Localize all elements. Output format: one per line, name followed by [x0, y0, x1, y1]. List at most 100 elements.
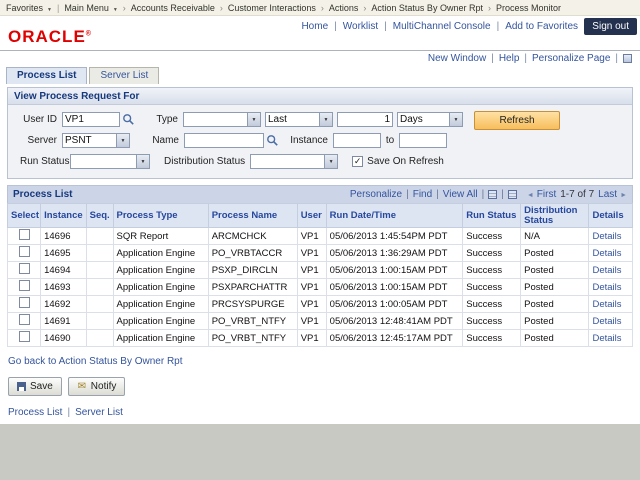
page-action-link[interactable]: New Window — [428, 53, 499, 64]
download-grid-icon[interactable] — [508, 190, 517, 199]
column-header[interactable]: Process Type — [113, 204, 208, 228]
go-back-link[interactable]: Go back to Action Status By Owner Rpt — [8, 356, 183, 367]
column-header[interactable]: Run Date/Time — [326, 204, 463, 228]
row-select-checkbox[interactable] — [19, 263, 30, 274]
details-cell: Details — [589, 279, 633, 296]
run-status-select[interactable] — [70, 154, 150, 169]
breadcrumb-item[interactable]: Action Status By Owner Rpt — [358, 3, 483, 13]
save-button[interactable]: Save — [8, 377, 62, 396]
breadcrumb-item[interactable]: Customer Interactions — [215, 3, 316, 13]
instance-cell: 14692 — [41, 296, 87, 313]
oracle-logo-text: ORACLE — [8, 27, 86, 46]
user-id-search-icon[interactable] — [122, 113, 135, 126]
user-id-input[interactable] — [62, 112, 120, 127]
run-status-cell: Success — [463, 245, 521, 262]
user-cell: VP1 — [297, 228, 326, 245]
dropdown-arrow-icon — [319, 113, 332, 126]
main-menu[interactable]: Main Menu — [64, 3, 117, 13]
dropdown-arrow-icon — [247, 113, 260, 126]
last-page-link[interactable]: Last — [598, 189, 627, 200]
breadcrumb-item[interactable]: Process Monitor — [483, 3, 561, 13]
first-page-link[interactable]: First — [527, 189, 556, 200]
distribution-status-label: Distribution Status — [164, 156, 245, 167]
column-header[interactable]: Run Status — [463, 204, 521, 228]
header-link[interactable]: Home — [301, 21, 342, 32]
row-select-checkbox[interactable] — [19, 280, 30, 291]
details-link[interactable]: Details — [592, 316, 621, 327]
process-name-cell: PO_VRBT_NTFY — [208, 330, 297, 347]
select-cell — [8, 228, 41, 245]
type-select[interactable] — [183, 112, 261, 127]
tab-process-list[interactable]: Process List — [6, 67, 87, 84]
details-link[interactable]: Details — [592, 333, 621, 344]
peoplesoft-page: Favorites Main Menu Accounts ReceivableC… — [0, 0, 640, 424]
tab-server-list[interactable]: Server List — [89, 67, 159, 84]
instance-to-input[interactable] — [399, 133, 447, 148]
seq-cell — [86, 245, 113, 262]
details-link[interactable]: Details — [592, 231, 621, 242]
group-box-body: User ID Type Last Days Refresh Server PS… — [8, 105, 632, 178]
find-link[interactable]: Find — [413, 189, 432, 200]
column-header[interactable]: Seq. — [86, 204, 113, 228]
breadcrumb-item[interactable]: Actions — [316, 3, 359, 13]
last-select[interactable]: Last — [265, 112, 333, 127]
sign-out-button[interactable]: Sign out — [584, 18, 637, 35]
notify-button[interactable]: Notify — [68, 377, 126, 396]
registered-mark: ® — [86, 30, 92, 37]
distribution-status-select[interactable] — [250, 154, 338, 169]
row-select-checkbox[interactable] — [19, 229, 30, 240]
header-link[interactable]: Worklist — [343, 21, 393, 32]
favorites-menu[interactable]: Favorites — [6, 3, 52, 13]
dropdown-arrow-icon — [116, 134, 129, 147]
row-select-checkbox[interactable] — [19, 331, 30, 342]
table-row: 14690 Application Engine PO_VRBT_NTFY VP… — [8, 330, 633, 347]
page-action-link[interactable]: Help — [499, 53, 532, 64]
column-header[interactable]: Details — [589, 204, 633, 228]
view-all-link[interactable]: View All — [443, 189, 478, 200]
process-type-cell: Application Engine — [113, 245, 208, 262]
last-count-input[interactable] — [337, 112, 393, 127]
days-select[interactable]: Days — [397, 112, 463, 127]
header-link[interactable]: MultiChannel Console — [393, 21, 505, 32]
save-on-refresh-checkbox[interactable] — [352, 156, 363, 167]
details-cell: Details — [589, 296, 633, 313]
header-link[interactable]: Add to Favorites — [505, 21, 578, 32]
refresh-button[interactable]: Refresh — [474, 111, 560, 130]
column-header[interactable]: Select — [8, 204, 41, 228]
column-header[interactable]: Process Name — [208, 204, 297, 228]
run-datetime-cell: 05/06/2013 1:45:54PM PDT — [326, 228, 463, 245]
details-link[interactable]: Details — [592, 299, 621, 310]
copy-url-icon[interactable] — [623, 54, 632, 63]
row-select-checkbox[interactable] — [19, 246, 30, 257]
divider — [432, 189, 443, 200]
process-list-grid: Process List Personalize Find View All F… — [7, 185, 633, 347]
user-cell: VP1 — [297, 262, 326, 279]
select-cell — [8, 262, 41, 279]
details-link[interactable]: Details — [592, 282, 621, 293]
zoom-grid-icon[interactable] — [488, 190, 497, 199]
column-header[interactable]: Instance — [41, 204, 87, 228]
column-header[interactable]: User — [297, 204, 326, 228]
personalize-link[interactable]: Personalize — [350, 189, 402, 200]
column-header[interactable]: Distribution Status — [521, 204, 589, 228]
bottom-nav-link[interactable]: Server List — [75, 407, 123, 418]
instance-from-input[interactable] — [333, 133, 381, 148]
save-button-label: Save — [30, 381, 53, 392]
process-type-cell: SQR Report — [113, 228, 208, 245]
breadcrumb-item[interactable]: Accounts Receivable — [118, 3, 215, 13]
details-link[interactable]: Details — [592, 265, 621, 276]
server-select[interactable]: PSNT — [62, 133, 130, 148]
notify-button-label: Notify — [91, 381, 117, 392]
name-input[interactable] — [184, 133, 264, 148]
page-action-link[interactable]: Personalize Page — [532, 53, 623, 64]
bottom-nav-link[interactable]: Process List — [8, 407, 75, 418]
select-cell — [8, 279, 41, 296]
instance-cell: 14696 — [41, 228, 87, 245]
name-search-icon[interactable] — [266, 134, 279, 147]
row-select-checkbox[interactable] — [19, 314, 30, 325]
row-select-checkbox[interactable] — [19, 297, 30, 308]
run-status-label: Run Status — [14, 156, 70, 167]
instance-cell: 14694 — [41, 262, 87, 279]
details-link[interactable]: Details — [592, 248, 621, 259]
days-select-value: Days — [398, 114, 449, 125]
